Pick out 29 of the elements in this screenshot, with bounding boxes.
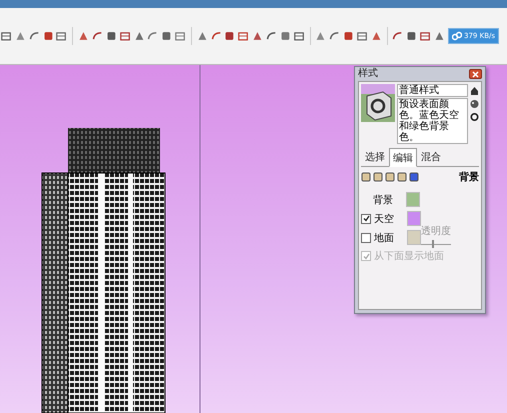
house-icon[interactable]	[470, 86, 479, 96]
tool-icon[interactable]	[161, 29, 172, 43]
panel-title: 样式	[358, 68, 378, 80]
tool-icon[interactable]	[406, 29, 418, 43]
transparency-label: 透明度	[421, 224, 451, 238]
section-label: 背景	[459, 170, 479, 184]
tab[interactable]: 编辑	[389, 148, 417, 167]
tab[interactable]: 选择	[361, 148, 389, 166]
tool-icon[interactable]	[343, 29, 354, 43]
network-icon	[452, 31, 462, 41]
tool-icon[interactable]	[42, 29, 54, 43]
tool-icon[interactable]	[224, 29, 236, 43]
checkbox[interactable]	[361, 232, 371, 242]
color-swatch[interactable]	[407, 211, 421, 226]
setting-label: 地面	[374, 232, 395, 244]
checkbox[interactable]	[361, 214, 371, 224]
setting-label: 从下面显示地面	[374, 250, 444, 263]
style-name-field[interactable]: 普通样式	[397, 84, 468, 97]
tool-icon[interactable]	[280, 29, 291, 43]
color-swatch[interactable]	[407, 230, 421, 245]
setting-label: 天空	[374, 212, 395, 226]
setting-label: 背景	[373, 194, 394, 206]
description-field[interactable]: 预设表面颜色。蓝色天空和绿色背景色。	[397, 98, 468, 144]
tab[interactable]: 混合	[417, 148, 445, 166]
color-swatch[interactable]	[406, 192, 420, 207]
close-icon	[472, 70, 479, 78]
style-thumbnail-icon	[361, 84, 395, 122]
close-button[interactable]	[469, 69, 482, 79]
tool-icon[interactable]	[106, 29, 117, 43]
